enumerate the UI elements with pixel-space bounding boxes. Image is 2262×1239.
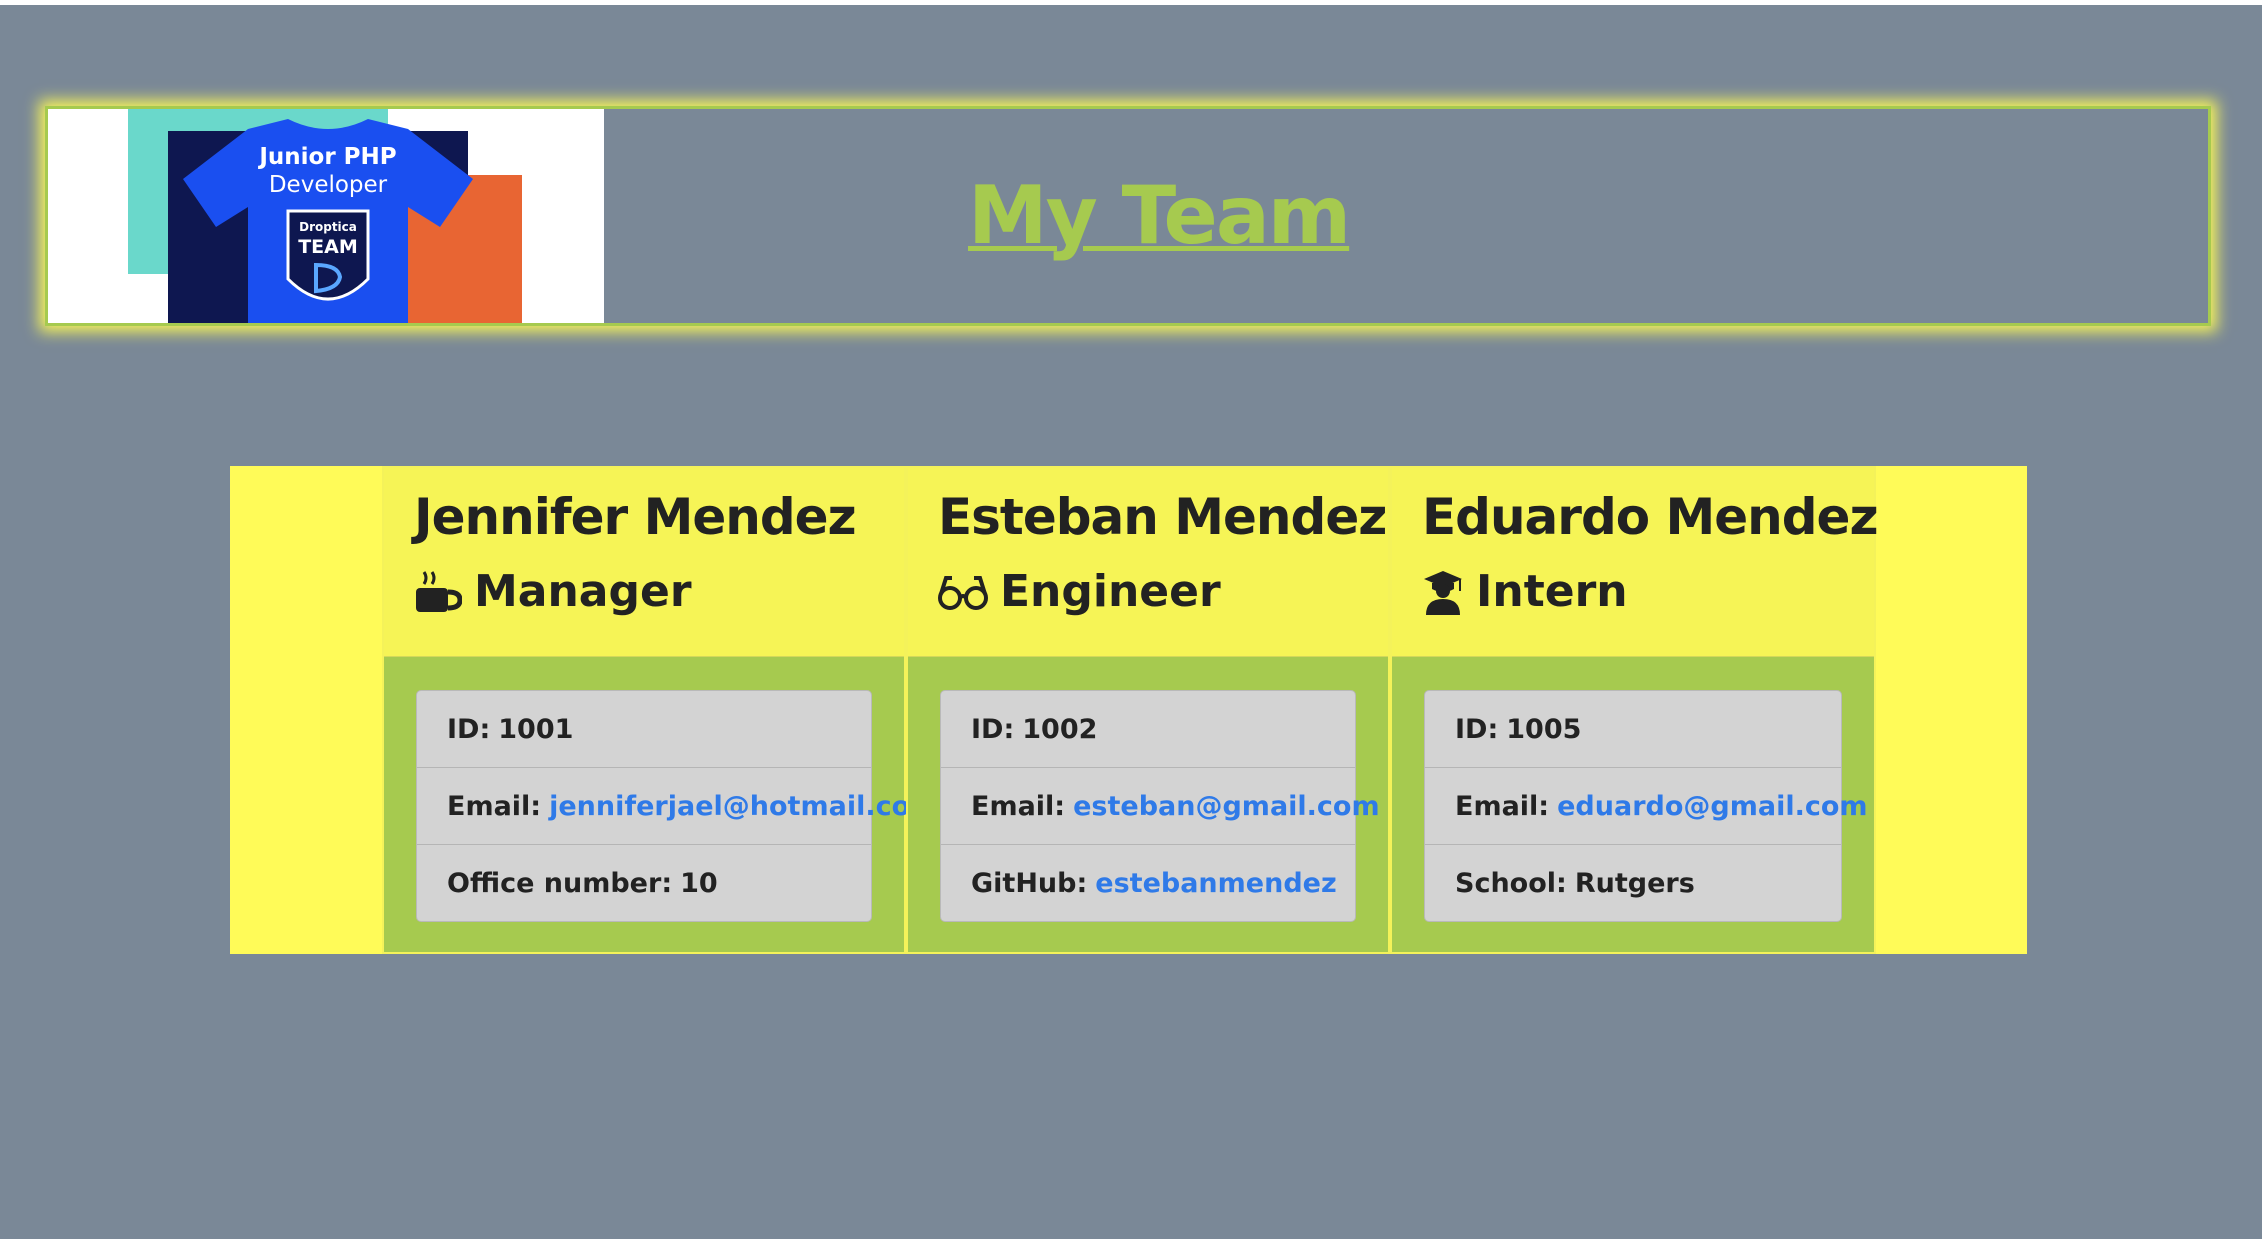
svg-text:TEAM: TEAM (298, 236, 358, 258)
employee-name: Eduardo Mendez (1422, 488, 1879, 546)
email-link[interactable]: jenniferjael@hotmail.com (549, 791, 938, 822)
employee-email: Email: jenniferjael@hotmail.com (417, 768, 938, 845)
svg-text:Droptica: Droptica (299, 220, 357, 234)
github-account: GitHub: estebanmendez (971, 868, 1337, 899)
employee-role: Engineer (938, 566, 1221, 617)
employee-id: ID: 1002 (941, 691, 1355, 768)
svg-text:Developer: Developer (269, 172, 388, 198)
coffee-mug-icon (416, 570, 462, 612)
top-border (0, 0, 2262, 5)
employee-card: Jennifer Mendez Manager ID: 1001 Email: … (382, 466, 938, 954)
school: School: Rutgers (1455, 868, 1695, 899)
card-header: Jennifer Mendez Manager (384, 468, 904, 657)
employee-id: ID: 1005 (1425, 691, 1841, 768)
employee-name: Esteban Mendez (938, 488, 1387, 546)
office-number: Office number: 10 (447, 868, 718, 899)
card-header: Eduardo Mendez Intern (1392, 468, 1879, 657)
employee-card: Esteban Mendez Engineer ID: 1002 Email: … (906, 466, 1390, 954)
info-list: ID: 1001 Email: jenniferjael@hotmail.com… (416, 690, 938, 922)
employee-role: Intern (1422, 566, 1628, 617)
github-link[interactable]: estebanmendez (1095, 868, 1336, 899)
employee-name: Jennifer Mendez (414, 488, 857, 546)
employee-id: ID: 1001 (417, 691, 871, 768)
employee-role: Manager (414, 566, 692, 617)
team-logo: Junior PHP Developer Droptica TEAM (48, 109, 604, 323)
team-panel: Jennifer Mendez Manager ID: 1001 Email: … (230, 466, 2027, 954)
page-title[interactable]: My Team (968, 169, 1351, 262)
employee-email: Email: eduardo@gmail.com (1425, 768, 1868, 845)
employee-email: Email: esteban@gmail.com (941, 768, 1380, 845)
info-list: ID: 1002 Email: esteban@gmail.com GitHub… (940, 690, 1380, 922)
svg-text:Junior PHP: Junior PHP (257, 144, 396, 170)
graduate-icon (1424, 570, 1462, 615)
employee-card: Eduardo Mendez Intern ID: 1005 Email: ed… (1390, 466, 1879, 954)
tshirt-logo-icon: Junior PHP Developer Droptica TEAM (183, 119, 473, 323)
card-header: Esteban Mendez Engineer (908, 468, 1388, 657)
info-list: ID: 1005 Email: eduardo@gmail.com School… (1424, 690, 1868, 922)
glasses-icon (938, 575, 988, 610)
page-header: Junior PHP Developer Droptica TEAM My Te… (45, 106, 2211, 326)
email-link[interactable]: eduardo@gmail.com (1557, 791, 1867, 822)
email-link[interactable]: esteban@gmail.com (1073, 791, 1380, 822)
